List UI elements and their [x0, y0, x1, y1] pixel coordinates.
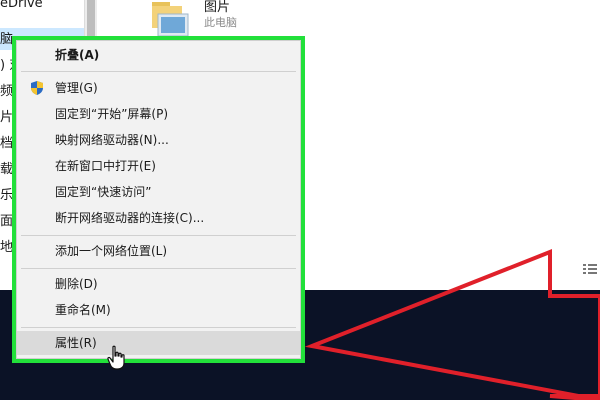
menu-item-label: 属性(R): [55, 336, 97, 350]
cursor-hand-icon: [107, 345, 125, 370]
folder-icon: [152, 2, 189, 37]
menu-item-label: 固定到“开始”屏幕(P): [55, 107, 169, 121]
menu-item-label: 在新窗口中打开(E): [55, 159, 156, 173]
menu-item-label: 断开网络驱动器的连接(C)...: [55, 211, 205, 225]
menu-item-label: 管理(G): [55, 81, 98, 95]
menu-item-add-network-location[interactable]: 添加一个网络位置(L): [17, 239, 300, 263]
menu-item-label: 固定到“快速访问”: [55, 185, 152, 199]
shield-icon: [31, 81, 43, 95]
menu-item-pin-start[interactable]: 固定到“开始”屏幕(P): [17, 102, 300, 126]
menu-item-open-new-window[interactable]: 在新窗口中打开(E): [17, 154, 300, 178]
context-menu: 折叠(A) 管理(G) 固定到“开始”屏幕(P) 映射网络驱动器(N)... 在…: [16, 40, 301, 359]
menu-item-disconnect-drive[interactable]: 断开网络驱动器的连接(C)...: [17, 206, 300, 230]
view-toggle-icon[interactable]: [582, 262, 598, 276]
menu-item-rename[interactable]: 重命名(M): [17, 298, 300, 322]
menu-item-properties[interactable]: 属性(R): [17, 331, 300, 355]
pictures-folder-name: 图片: [204, 0, 231, 15]
menu-item-map-drive[interactable]: 映射网络驱动器(N)...: [17, 128, 300, 152]
menu-item-label: 删除(D): [55, 277, 98, 291]
menu-item-label: 添加一个网络位置(L): [55, 244, 168, 258]
menu-item-label: 重命名(M): [55, 303, 111, 317]
menu-item-label: 折叠(A): [55, 48, 100, 62]
menu-item-collapse[interactable]: 折叠(A): [17, 43, 300, 67]
menu-item-delete[interactable]: 删除(D): [17, 272, 300, 296]
menu-item-manage[interactable]: 管理(G): [17, 76, 300, 100]
nav-item-onedrive[interactable]: eDrive: [0, 0, 43, 11]
menu-separator: [21, 268, 296, 269]
menu-separator: [21, 235, 296, 236]
menu-item-pin-quick-access[interactable]: 固定到“快速访问”: [17, 180, 300, 204]
pictures-folder-location: 此电脑: [204, 16, 237, 29]
menu-separator: [21, 327, 296, 328]
menu-separator: [21, 71, 296, 72]
menu-item-label: 映射网络驱动器(N)...: [55, 133, 169, 147]
